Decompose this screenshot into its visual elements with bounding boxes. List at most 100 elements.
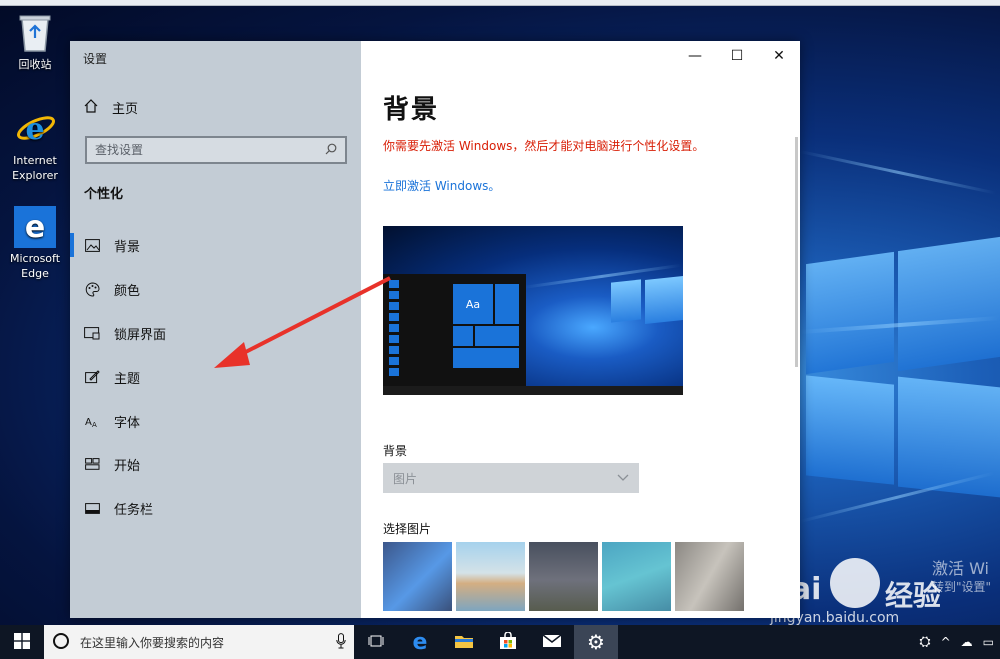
thumbnail-rock-cliff[interactable] — [675, 542, 744, 611]
svg-text:e: e — [25, 112, 44, 147]
gear-icon: ⚙ — [587, 630, 605, 654]
preview-tile-text: Aa — [453, 284, 493, 324]
thumbnail-night-sky[interactable] — [529, 542, 598, 611]
window-title: 设置 — [83, 52, 108, 66]
taskbar-mail-button[interactable] — [530, 625, 574, 659]
nav-item-start[interactable]: 开始 — [84, 449, 354, 479]
home-label: 主页 — [112, 102, 139, 117]
internet-explorer-label: Internet Explorer — [12, 154, 58, 182]
selection-indicator — [70, 233, 74, 257]
background-label: 背景 — [383, 444, 408, 458]
nav-item-label: 主题 — [114, 371, 141, 387]
wallpaper-pane — [806, 251, 894, 375]
internet-explorer-shortcut[interactable]: e Internet Explorer — [5, 108, 65, 183]
microsoft-edge-shortcut[interactable]: e Microsoft Edge — [5, 206, 65, 281]
settings-search-input[interactable] — [95, 143, 325, 157]
preview-tiles: Aa — [453, 284, 519, 384]
nav-item-label: 颜色 — [114, 283, 141, 299]
lock-screen-icon — [84, 325, 100, 341]
preview-pane — [645, 276, 683, 324]
page-title: 背景 — [383, 95, 440, 125]
edge-icon: e — [412, 629, 428, 655]
system-tray: ⛭ ^ ☁ ▭ — [919, 634, 1000, 650]
microsoft-edge-icon: e — [14, 206, 56, 248]
onedrive-icon[interactable]: ☁ — [961, 635, 973, 649]
microphone-icon[interactable] — [336, 632, 346, 652]
picture-icon — [84, 237, 100, 253]
annotation-arrow — [214, 276, 391, 368]
folder-icon — [454, 633, 474, 652]
internet-explorer-icon: e — [14, 108, 56, 150]
taskbar-settings-button[interactable]: ⚙ — [574, 625, 618, 659]
settings-search-box[interactable] — [85, 136, 347, 164]
section-title: 个性化 — [84, 187, 124, 202]
settings-content-pane: — ☐ ✕ 背景 你需要先激活 Windows，然后才能对电脑进行个性化设置。 … — [361, 41, 800, 618]
wallpaper-pane — [806, 375, 894, 485]
taskbar-search-box[interactable]: 在这里输入你要搜索的内容 — [44, 625, 354, 659]
preview-start-menu: Aa — [383, 274, 526, 395]
network-icon[interactable]: ▭ — [983, 635, 994, 649]
task-view-icon — [368, 634, 384, 651]
window-top-strip — [0, 0, 1000, 6]
taskbar-file-explorer-button[interactable] — [442, 625, 486, 659]
people-icon[interactable]: ⛭ — [919, 634, 930, 650]
maximize-button[interactable]: ☐ — [716, 41, 758, 71]
chevron-down-icon — [617, 471, 629, 485]
nav-item-taskbar[interactable]: 任务栏 — [84, 493, 354, 523]
start-button[interactable] — [0, 625, 44, 659]
preview-pane — [611, 279, 641, 323]
wallpaper-pane — [898, 376, 1000, 498]
minimize-button[interactable]: — — [674, 41, 716, 71]
search-icon[interactable] — [325, 143, 337, 158]
theme-icon — [84, 369, 100, 385]
svg-text:A: A — [92, 421, 97, 428]
recycle-bin-icon — [14, 12, 56, 54]
background-dropdown[interactable]: 图片 — [383, 463, 639, 493]
windows-logo-icon — [14, 632, 30, 652]
task-view-button[interactable] — [354, 625, 398, 659]
font-icon: AA — [84, 413, 100, 429]
taskbar-store-button[interactable] — [486, 625, 530, 659]
nav-item-label: 任务栏 — [114, 502, 154, 518]
nav-home[interactable]: 主页 — [84, 98, 138, 117]
start-icon — [84, 456, 100, 472]
preview-taskbar — [383, 386, 683, 395]
cortana-icon — [52, 632, 70, 653]
background-dropdown-value: 图片 — [393, 471, 418, 486]
picture-thumbnails — [383, 542, 744, 611]
taskbar-edge-button[interactable]: e — [398, 625, 442, 659]
activate-windows-link[interactable]: 立即激活 Windows。 — [383, 177, 500, 194]
mail-icon — [542, 633, 562, 651]
recycle-bin-label: 回收站 — [18, 58, 52, 71]
recycle-bin-shortcut[interactable]: 回收站 — [5, 12, 65, 72]
choose-picture-label: 选择图片 — [383, 522, 432, 536]
taskbar: 在这里输入你要搜索的内容 e ⚙ ⛭ ^ ☁ ▭ — [0, 625, 1000, 659]
settings-window: 设置 主页 个性化 背景 颜色 锁屏界面 — [70, 41, 800, 618]
svg-text:e: e — [25, 210, 45, 244]
nav-item-label: 锁屏界面 — [114, 327, 167, 343]
chevron-up-icon[interactable]: ^ — [941, 635, 951, 649]
activation-warning: 你需要先激活 Windows，然后才能对电脑进行个性化设置。 — [383, 139, 705, 153]
close-button[interactable]: ✕ — [758, 41, 800, 71]
nav-item-label: 开始 — [114, 458, 141, 474]
thumbnail-windows-hero[interactable] — [383, 542, 452, 611]
baidu-paw-icon — [830, 558, 880, 608]
background-preview: Aa — [383, 226, 683, 395]
microsoft-edge-label: Microsoft Edge — [9, 252, 61, 280]
taskbar-search-placeholder: 在这里输入你要搜索的内容 — [80, 635, 225, 650]
home-icon — [84, 98, 98, 117]
wallpaper-pane — [898, 236, 1000, 372]
thumbnail-underwater[interactable] — [602, 542, 671, 611]
nav-item-label: 字体 — [114, 415, 141, 431]
taskbar-icon — [84, 500, 100, 516]
thumbnail-beach-rocks[interactable] — [456, 542, 525, 611]
palette-icon — [84, 281, 100, 297]
content-scrollbar[interactable] — [795, 137, 798, 367]
nav-item-background[interactable]: 背景 — [84, 230, 354, 260]
window-controls: — ☐ ✕ — [674, 41, 800, 71]
nav-item-fonts[interactable]: AA 字体 — [84, 406, 354, 436]
nav-item-label: 背景 — [114, 239, 141, 255]
store-bag-icon — [499, 630, 517, 653]
baidu-jingyan-text: 经验 — [885, 579, 942, 612]
light-beam — [799, 150, 996, 195]
